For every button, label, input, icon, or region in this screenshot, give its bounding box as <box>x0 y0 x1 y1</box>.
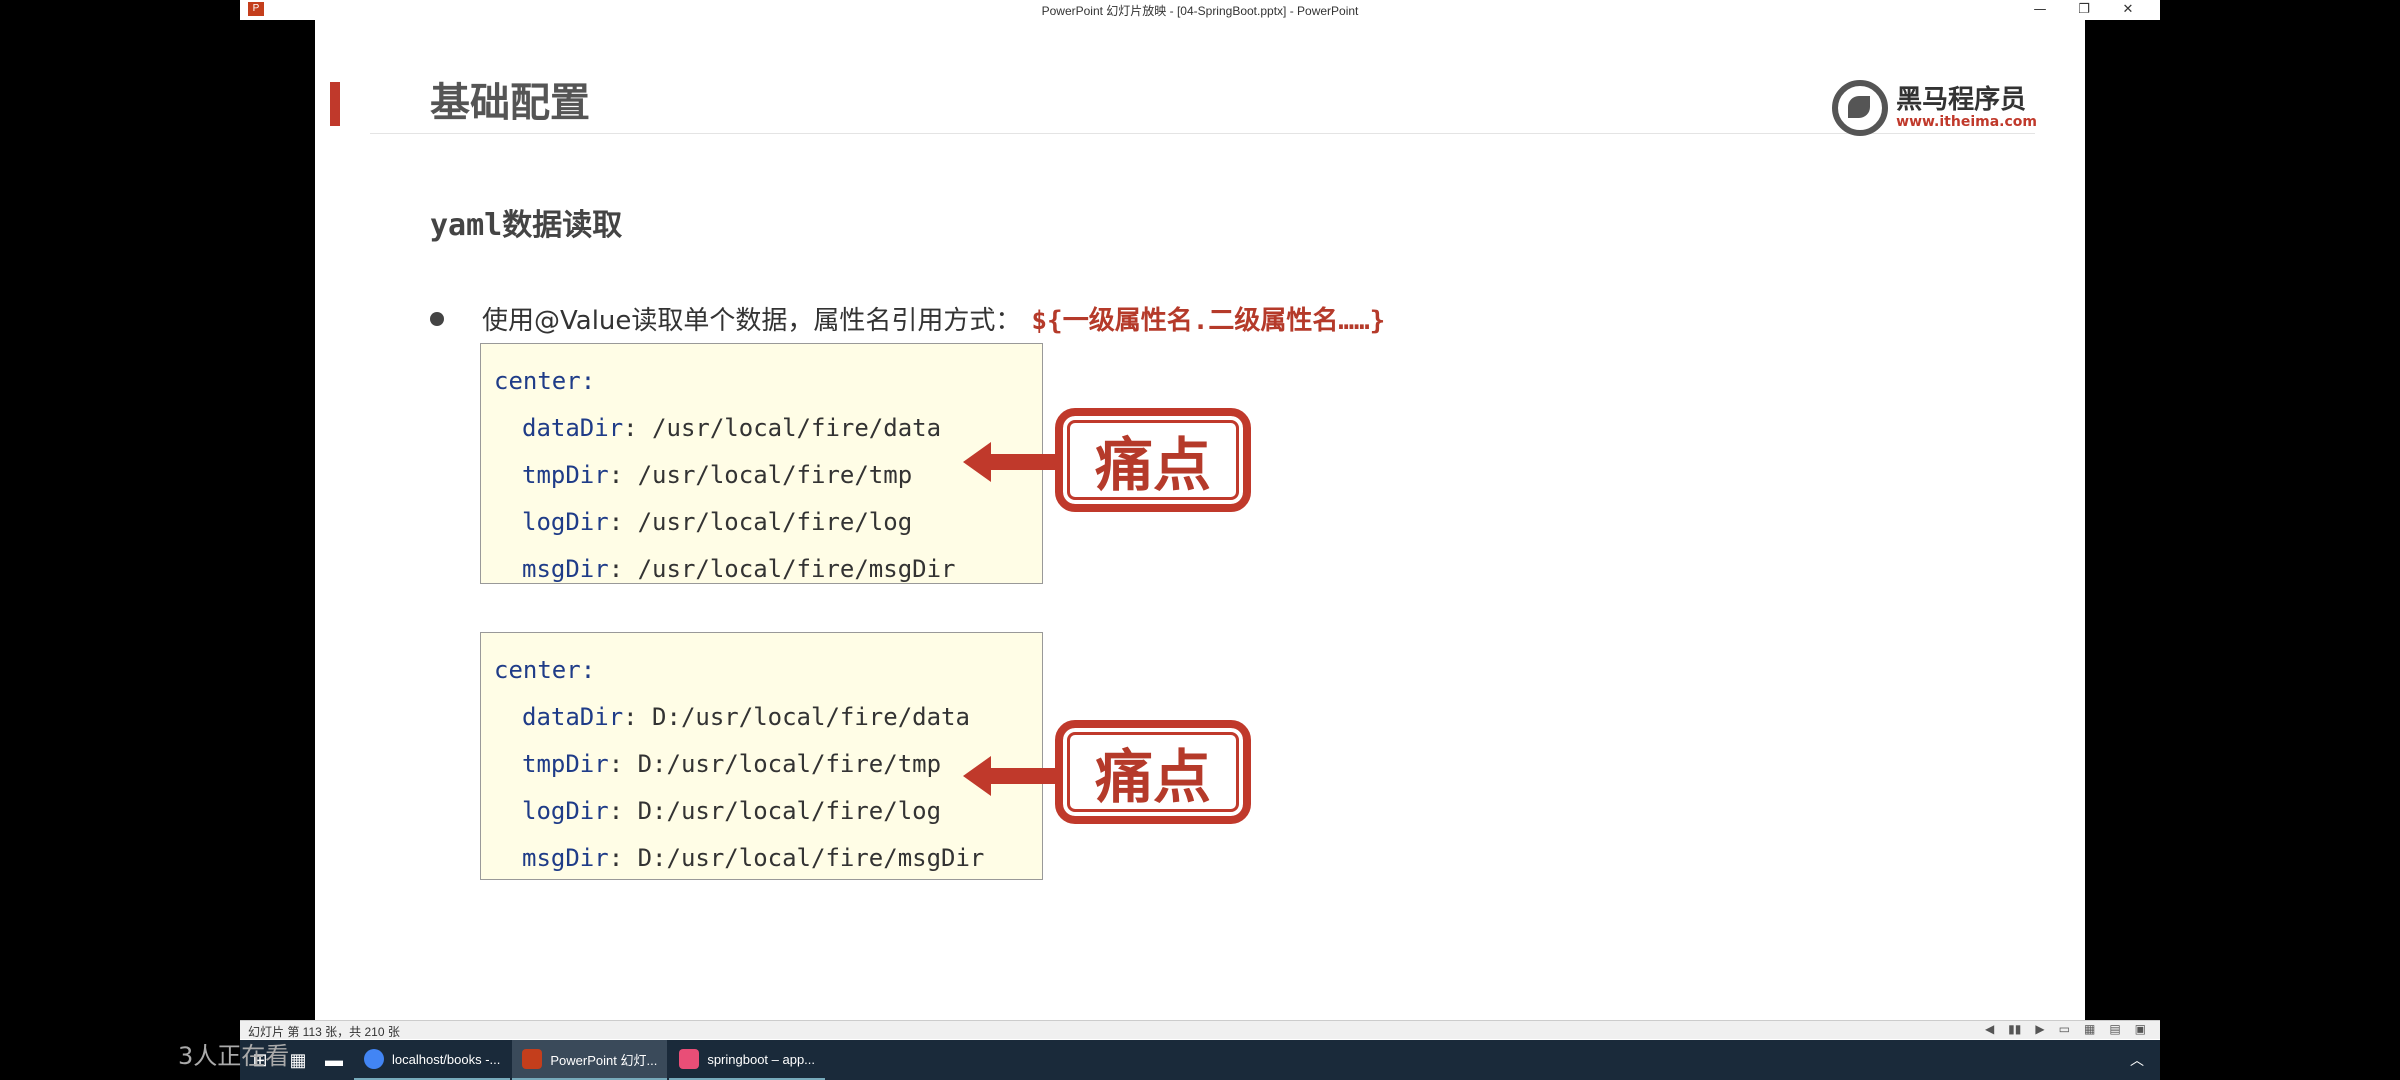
code-line: msgDir: /usr/local/fire/msgDir <box>522 555 956 583</box>
logo-name: 黑马程序员 <box>1896 85 2027 115</box>
bullet-text: 使用@Value读取单个数据，属性名引用方式： <box>482 306 1022 336</box>
slideshow-view-icon[interactable]: ▣ <box>2135 1022 2146 1036</box>
pause-icon[interactable]: ▮▮ <box>2008 1022 2021 1036</box>
arrow-left-icon <box>963 756 1063 796</box>
bullet-item: 使用@Value读取单个数据，属性名引用方式： ${一级属性名.二级属性名……} <box>430 300 1385 337</box>
taskbar-app-chrome[interactable]: localhost/books -... <box>354 1040 511 1080</box>
header-accent-bar <box>330 82 340 126</box>
slideshow-stage: 黑 基础配置 黑马程序员 www.itheima.com yaml数据读取 使用… <box>240 20 2160 1035</box>
code-line: dataDir: /usr/local/fire/data <box>522 414 942 442</box>
section-subtitle: yaml数据读取 <box>430 208 623 243</box>
close-button[interactable]: ✕ <box>2106 0 2150 20</box>
powerpoint-icon <box>522 1049 543 1069</box>
chrome-icon <box>364 1049 384 1069</box>
viewer-count: 3人正在看 <box>178 1042 290 1070</box>
slide-sorter-icon[interactable]: ▦ <box>2084 1022 2095 1036</box>
window-title: PowerPoint 幻灯片放映 - [04-SpringBoot.pptx] … <box>1041 4 1359 18</box>
code-line: logDir: /usr/local/fire/log <box>522 508 913 536</box>
intellij-icon <box>679 1049 700 1069</box>
slide[interactable]: 黑 基础配置 黑马程序员 www.itheima.com yaml数据读取 使用… <box>315 20 2085 1020</box>
code-line: dataDir: D:/usr/local/fire/data <box>522 703 970 731</box>
previous-slide-icon[interactable]: ◀ <box>1985 1022 1994 1036</box>
minimize-button[interactable]: — <box>2018 0 2062 20</box>
taskbar-app-intellij[interactable]: springboot – app... <box>669 1040 826 1080</box>
restore-button[interactable]: ❐ <box>2062 0 2106 20</box>
file-explorer-icon[interactable]: ▬ <box>316 1040 352 1080</box>
itheima-logo: 黑马程序员 www.itheima.com <box>1832 80 2037 136</box>
code-line: logDir: D:/usr/local/fire/log <box>522 797 942 825</box>
header-divider <box>370 133 2035 134</box>
normal-view-icon[interactable]: ▭ <box>2059 1022 2070 1036</box>
code-block-2: center: dataDir: D:/usr/local/fire/data … <box>480 632 1043 880</box>
code-root: center: <box>494 367 596 395</box>
horse-logo-icon <box>1832 80 1889 136</box>
code-line: tmpDir: D:/usr/local/fire/tmp <box>522 750 942 778</box>
code-line: msgDir: D:/usr/local/fire/msgDir <box>522 844 985 872</box>
pain-point-callout: 痛点 <box>1055 408 1251 512</box>
logo-url: www.itheima.com <box>1896 114 2037 130</box>
code-root: center: <box>494 656 596 684</box>
powerpoint-window: P PowerPoint 幻灯片放映 - [04-SpringBoot.pptx… <box>240 0 2160 1080</box>
taskbar-app-powerpoint[interactable]: PowerPoint 幻灯... <box>512 1040 668 1080</box>
bullet-highlight: ${一级属性名.二级属性名……} <box>1031 306 1386 336</box>
slide-title: 基础配置 <box>430 80 590 126</box>
windows-taskbar: ⊞ ▦ ▬ localhost/books -... PowerPoint 幻灯… <box>240 1040 2160 1080</box>
chevron-up-icon[interactable]: ︿ <box>2130 1050 2160 1070</box>
bullet-dot-icon <box>430 311 444 326</box>
next-slide-icon[interactable]: ▶ <box>2035 1022 2044 1036</box>
status-bar: 幻灯片 第 113 张，共 210 张 ◀ ▮▮ ▶ ▭ ▦ ▤ ▣ <box>240 1020 2160 1039</box>
code-line: tmpDir: /usr/local/fire/tmp <box>522 461 913 489</box>
pain-point-callout: 痛点 <box>1055 720 1251 824</box>
code-block-1: center: dataDir: /usr/local/fire/data tm… <box>480 343 1043 584</box>
reading-view-icon[interactable]: ▤ <box>2109 1022 2120 1036</box>
arrow-left-icon <box>963 442 1063 482</box>
title-bar: P PowerPoint 幻灯片放映 - [04-SpringBoot.pptx… <box>240 0 2160 21</box>
